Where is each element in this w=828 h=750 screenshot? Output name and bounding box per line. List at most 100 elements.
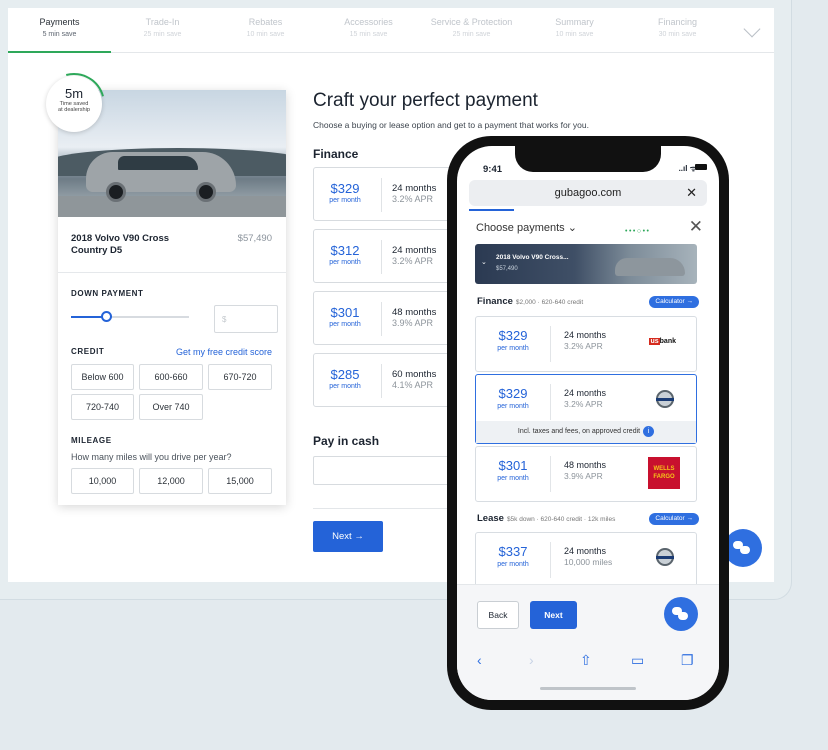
us-bank-logo: usbank	[649, 338, 676, 345]
time-saved-badge: 5m Time saved at dealership	[31, 61, 117, 147]
vehicle-title: 2018 Volvo V90 Cross...	[496, 254, 569, 261]
next-button[interactable]: Next →	[313, 521, 383, 552]
phone-screen: 9:41 ..ıl ᯤ gubagoo.com ✕ Choose payment…	[457, 146, 719, 700]
payment-amount: $329	[330, 181, 360, 196]
cash-heading: Pay in cash	[313, 434, 380, 448]
cash-input[interactable]	[313, 456, 463, 485]
choose-payments-dropdown[interactable]: Choose payments ⌄	[476, 221, 577, 234]
mileage-option[interactable]: 10,000	[71, 468, 134, 494]
step-navigation: Payments 5 min save Trade-In 25 min save R…	[8, 8, 774, 53]
finance-heading: Finance	[313, 147, 359, 161]
info-icon[interactable]: i	[643, 425, 655, 437]
vehicle-banner[interactable]: ⌄ 2018 Volvo V90 Cross... $57,490	[475, 244, 697, 284]
slider-handle[interactable]	[101, 311, 113, 322]
finance-option[interactable]: $285 per month 60 months 4.1% APR	[313, 353, 463, 407]
credit-option[interactable]: Below 600	[71, 364, 134, 390]
step-service-protection[interactable]: Service & Protection 25 min save	[420, 8, 523, 52]
chevron-down-icon: ⌄	[481, 259, 487, 266]
finance-option[interactable]: $329 per month 24 months 3.2% APR	[313, 167, 463, 221]
back-arrow-icon[interactable]: ‹	[477, 652, 482, 668]
page-load-progress	[469, 209, 514, 211]
finance-option[interactable]: $301 per month 48 months 3.9% APR	[313, 291, 463, 345]
payment-amount: $312	[330, 243, 360, 258]
mileage-option[interactable]: 15,000	[208, 468, 272, 494]
phone-footer: Back Next ‹ › ⇧ ▭ ❐	[457, 584, 719, 700]
phone-notch	[515, 146, 661, 172]
down-payment-slider[interactable]	[71, 311, 189, 322]
vehicle-card: 2018 Volvo V90 Cross Country D5 $57,490 D…	[58, 90, 286, 505]
step-sub: 25 min save	[143, 31, 182, 38]
calculator-button[interactable]: Calculator →	[649, 296, 699, 308]
step-sub: 10 min save	[246, 31, 285, 38]
book-icon[interactable]: ▭	[631, 652, 644, 669]
term-apr: 3.2% APR	[564, 341, 603, 351]
approved-credit-note: Incl. taxes and fees, on approved credit…	[476, 421, 696, 443]
payment-amount: $285	[330, 367, 360, 382]
credit-option[interactable]: 600-660	[139, 364, 203, 390]
payment-period: per month	[497, 475, 529, 482]
finance-option[interactable]: $301 per month 48 months 3.9% APR WELLS F…	[475, 446, 697, 502]
forward-arrow-icon[interactable]: ›	[529, 652, 534, 668]
payment-period: per month	[497, 345, 529, 352]
close-icon[interactable]: ✕	[686, 180, 697, 206]
chat-icon[interactable]	[724, 529, 762, 567]
vehicle-price: $57,490	[237, 233, 272, 244]
credit-option[interactable]: 720-740	[71, 394, 134, 420]
term-apr: 3.9% APR	[392, 318, 434, 328]
step-financing[interactable]: Financing 30 min save	[626, 8, 729, 52]
credit-label: CREDIT	[71, 347, 105, 356]
home-indicator	[540, 687, 636, 690]
payment-period: per month	[329, 197, 361, 204]
down-payment-input[interactable]: $	[214, 305, 278, 333]
term-months: 60 months	[392, 369, 437, 380]
term-months: 24 months	[564, 388, 607, 398]
back-button[interactable]: Back	[477, 601, 519, 629]
divider	[58, 272, 286, 273]
battery-icon	[695, 164, 707, 170]
mileage-option[interactable]: 12,000	[139, 468, 203, 494]
next-button[interactable]: Next	[530, 601, 577, 629]
payment-period: per month	[497, 561, 529, 568]
step-title: Accessories	[344, 17, 393, 27]
step-sub: 15 min save	[349, 31, 388, 38]
step-sub: 5 min save	[42, 31, 77, 38]
step-summary[interactable]: Summary 10 min save	[523, 8, 626, 52]
address-bar[interactable]: gubagoo.com ✕	[469, 180, 707, 206]
step-payments[interactable]: Payments 5 min save	[8, 8, 111, 53]
mileage-question: How many miles will you drive per year?	[71, 452, 232, 462]
tabs-icon[interactable]: ❐	[681, 652, 694, 669]
progress-dots: •••○••	[625, 228, 651, 235]
volvo-logo	[656, 548, 674, 566]
credit-option[interactable]: Over 740	[139, 394, 203, 420]
finance-option-selected[interactable]: $329 per month 24 months 3.2% APR Incl. …	[475, 374, 697, 444]
step-title: Financing	[657, 17, 698, 27]
phone-mockup: 9:41 ..ıl ᯤ gubagoo.com ✕ Choose payment…	[447, 136, 729, 710]
payment-amount: $337	[498, 544, 528, 559]
step-title: Payments	[39, 17, 80, 27]
free-credit-score-link[interactable]: Get my free credit score	[176, 347, 272, 357]
calculator-button[interactable]: Calculator →	[649, 513, 699, 525]
term-months: 48 months	[392, 307, 437, 318]
lease-option[interactable]: $337 per month 24 months 10,000 miles	[475, 532, 697, 588]
term-months: 48 months	[564, 460, 607, 470]
step-rebates[interactable]: Rebates 10 min save	[214, 8, 317, 52]
browser-toolbar: ‹ › ⇧ ▭ ❐	[457, 647, 719, 677]
step-title: Rebates	[248, 17, 283, 27]
payment-period: per month	[329, 321, 361, 328]
step-trade-in[interactable]: Trade-In 25 min save	[111, 8, 214, 52]
finance-heading: Finance $2,000 · 620-640 credit	[477, 296, 584, 307]
term-months: 24 months	[392, 183, 437, 194]
term-apr: 3.9% APR	[564, 471, 603, 481]
step-title: Service & Protection	[430, 17, 513, 27]
credit-option[interactable]: 670-720	[208, 364, 272, 390]
finance-option[interactable]: $329 per month 24 months 3.2% APR usbank	[475, 316, 697, 372]
finance-option[interactable]: $312 per month 24 months 3.2% APR	[313, 229, 463, 283]
chat-icon[interactable]	[664, 597, 698, 631]
close-icon[interactable]: ✕	[689, 217, 703, 237]
payment-amount: $329	[498, 386, 528, 401]
share-icon[interactable]: ⇧	[580, 652, 592, 669]
term-months: 24 months	[392, 245, 437, 256]
chevron-down-icon[interactable]	[743, 20, 761, 38]
volvo-logo	[656, 390, 674, 408]
step-accessories[interactable]: Accessories 15 min save	[317, 8, 420, 52]
